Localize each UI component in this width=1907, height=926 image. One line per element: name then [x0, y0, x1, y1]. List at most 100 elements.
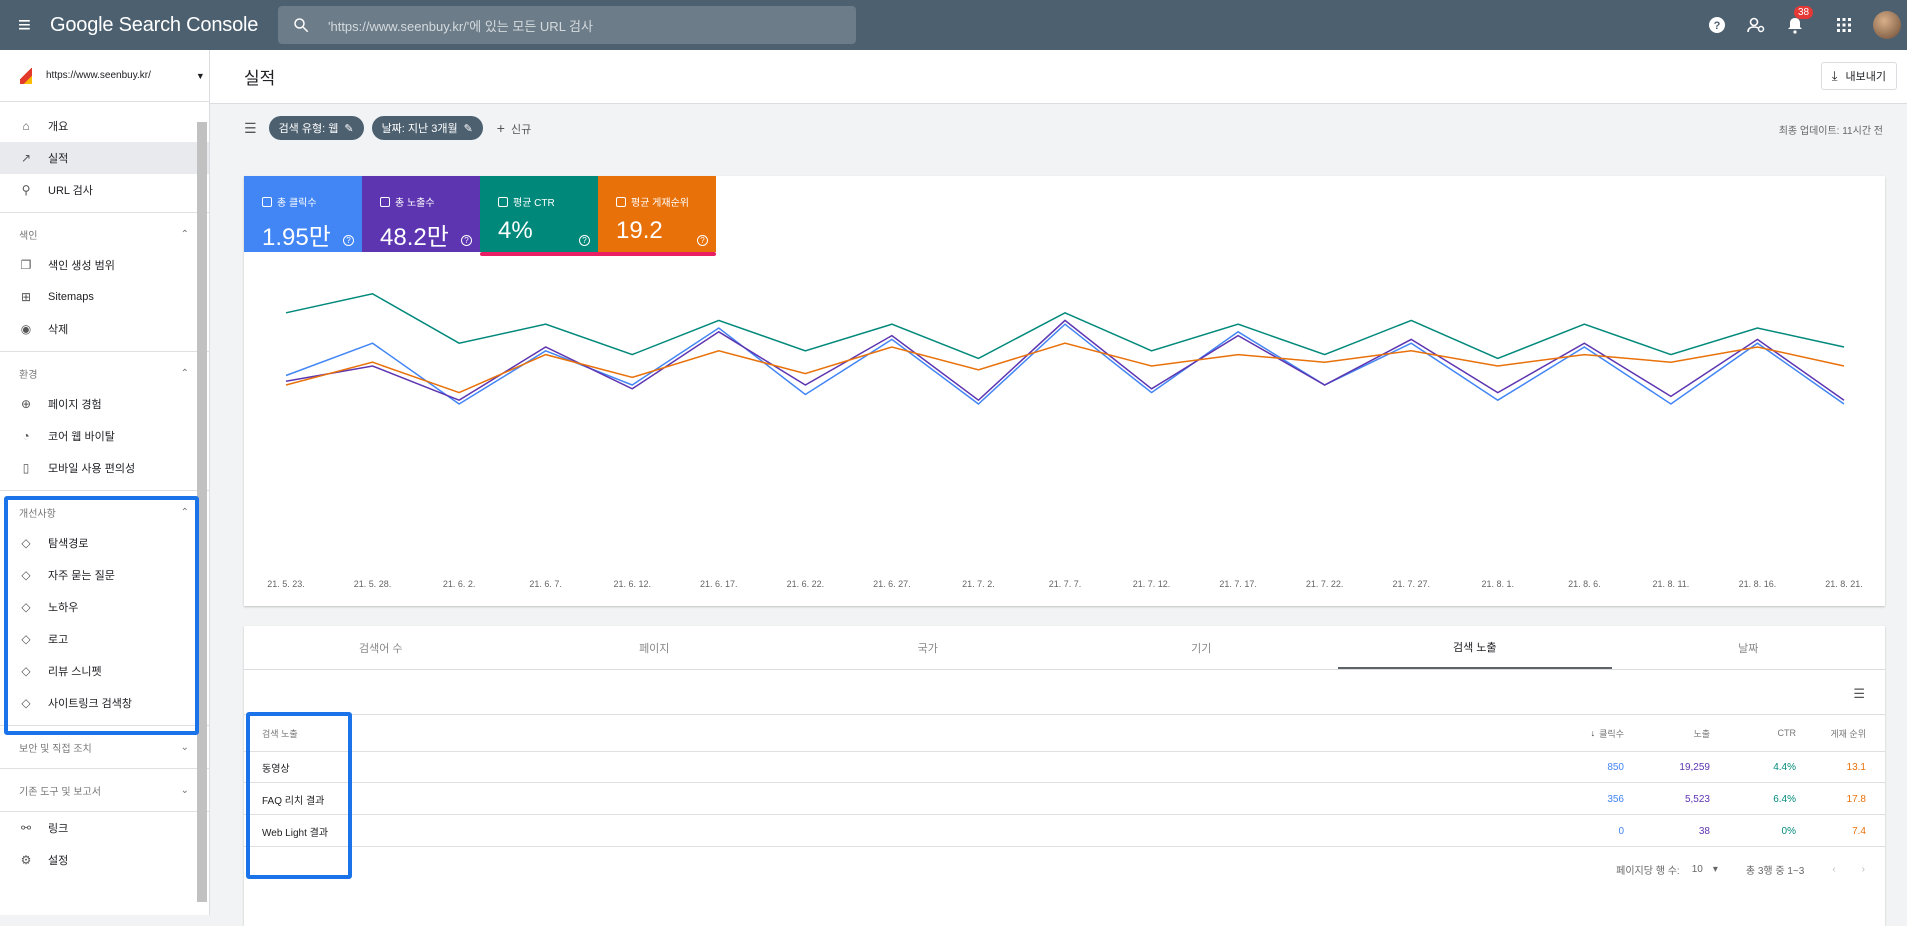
sidebar-item-label: 설정	[48, 852, 68, 868]
sidebar-item-mobile-usability[interactable]: ▯모바일 사용 편의성	[0, 452, 209, 484]
x-tick-label: 21. 6. 17.	[700, 579, 738, 589]
sidebar: https://www.seenbuy.kr/ ▼ ⌂ 개요 ↗ 실적 ⚲ UR…	[0, 50, 210, 915]
table-pager: 페이지당 행 수: 10▾ 총 3행 중 1~3 ‹ ›	[1616, 862, 1865, 877]
plus-circle-icon: ⊕	[18, 396, 34, 412]
new-filter-button[interactable]: +신규	[497, 120, 531, 137]
property-selector[interactable]: https://www.seenbuy.kr/ ▼	[0, 50, 209, 102]
gauge-icon: ◔	[18, 428, 34, 444]
cell-impressions: 19,259	[1624, 752, 1710, 782]
sidebar-item-overview[interactable]: ⌂ 개요	[0, 110, 209, 142]
rows-per-page-label: 페이지당 행 수:	[1616, 862, 1680, 877]
x-tick-label: 21. 8. 1.	[1482, 579, 1515, 589]
range-label: 총 3행 중 1~3	[1746, 862, 1804, 877]
help-icon[interactable]: ?	[1707, 15, 1727, 35]
sidebar-item-sitemaps[interactable]: ⊞ Sitemaps	[0, 281, 209, 313]
avatar[interactable]	[1873, 11, 1901, 39]
site-favicon-icon	[20, 68, 32, 84]
sidebar-item-performance[interactable]: ↗ 실적	[0, 142, 209, 174]
account-settings-icon[interactable]	[1746, 15, 1766, 35]
notification-badge: 38	[1794, 6, 1813, 19]
last-updated-text: 최종 업데이트: 11시간 전	[1779, 122, 1883, 137]
app-brand[interactable]: Google Search Console	[50, 14, 258, 37]
enhancements-highlight	[4, 496, 199, 735]
table-filter-icon[interactable]: ☰	[1853, 686, 1865, 702]
edit-icon: ✎	[344, 122, 353, 135]
series-line-2	[286, 294, 1844, 359]
phone-icon: ▯	[18, 460, 34, 476]
apps-grid-icon[interactable]	[1834, 15, 1854, 35]
links-icon: ⚯	[18, 820, 34, 836]
filter-icon[interactable]: ☰	[244, 120, 257, 137]
download-icon: ⤓	[1832, 68, 1838, 84]
sitemap-icon: ⊞	[18, 289, 34, 305]
export-button[interactable]: ⤓ 내보내기	[1821, 62, 1897, 90]
eye-off-icon: ◉	[18, 321, 34, 337]
filter-chip-search-type[interactable]: 검색 유형: 웹✎	[269, 116, 364, 140]
x-tick-label: 21. 7. 27.	[1392, 579, 1430, 589]
x-tick-label: 21. 5. 28.	[354, 579, 392, 589]
col-header-position[interactable]: 게재 순위	[1796, 715, 1866, 751]
filter-chip-date[interactable]: 날짜: 지난 3개월✎	[372, 116, 483, 140]
page-header: 실적 ⤓ 내보내기	[210, 50, 1907, 104]
section-legacy-header[interactable]: 기존 도구 및 보고서⌄	[0, 775, 209, 805]
chevron-down-icon: ⌄	[181, 785, 189, 796]
x-tick-label: 21. 6. 27.	[873, 579, 911, 589]
sidebar-item-settings[interactable]: ⚙설정	[0, 844, 209, 876]
plus-icon: +	[497, 120, 505, 136]
filter-bar: ☰ 검색 유형: 웹✎ 날짜: 지난 3개월✎ +신규	[210, 104, 1907, 152]
svg-text:?: ?	[1714, 20, 1721, 32]
table-header: 검색 노출 ↓클릭수 노출 CTR 게재 순위	[244, 714, 1885, 752]
x-tick-label: 21. 6. 7.	[529, 579, 562, 589]
notifications-button[interactable]: 38	[1785, 15, 1805, 35]
sidebar-item-page-experience[interactable]: ⊕ 페이지 경험	[0, 388, 209, 420]
top-bar: ≡ Google Search Console 'https://www.see…	[0, 0, 1907, 50]
search-icon	[292, 16, 310, 34]
sidebar-item-url-inspection[interactable]: ⚲ URL 검사	[0, 174, 209, 206]
arrow-down-icon: ↓	[1591, 728, 1596, 738]
sidebar-item-core-web-vitals[interactable]: ◔코어 웹 바이탈	[0, 420, 209, 452]
sidebar-item-label: 페이지 경험	[48, 396, 102, 412]
col-header-impressions[interactable]: 노출	[1624, 715, 1710, 751]
table-row[interactable]: Web Light 결과 0 38 0% 7.4	[244, 816, 1885, 847]
table-row[interactable]: 동영상 850 19,259 4.4% 13.1	[244, 752, 1885, 783]
x-tick-label: 21. 8. 16.	[1739, 579, 1777, 589]
tab-dates[interactable]: 날짜	[1612, 626, 1886, 669]
tab-devices[interactable]: 기기	[1065, 626, 1339, 669]
edit-icon: ✎	[464, 122, 473, 135]
col-header-clicks[interactable]: ↓클릭수	[1524, 715, 1624, 751]
section-security-header[interactable]: 보안 및 직접 조치⌄	[0, 732, 209, 762]
sidebar-item-label: 삭제	[48, 321, 68, 337]
tab-pages[interactable]: 페이지	[518, 626, 792, 669]
export-label: 내보내기	[1846, 68, 1886, 84]
menu-icon[interactable]: ≡	[18, 12, 44, 38]
rows-per-page-select[interactable]: 10▾	[1692, 864, 1718, 875]
col-header-ctr[interactable]: CTR	[1710, 715, 1796, 751]
tab-queries[interactable]: 검색어 수	[244, 626, 518, 669]
search-appearance-highlight	[246, 712, 352, 879]
section-index-header[interactable]: 색인⌃	[0, 219, 209, 249]
sidebar-item-label: 실적	[48, 150, 68, 166]
section-experience-header[interactable]: 환경⌃	[0, 358, 209, 388]
section-title: 환경	[19, 366, 37, 381]
sidebar-item-coverage[interactable]: ❐색인 생성 범위	[0, 249, 209, 281]
table-row[interactable]: FAQ 리치 결과 356 5,523 6.4% 17.8	[244, 784, 1885, 815]
cell-clicks: 0	[1524, 816, 1624, 846]
x-tick-label: 21. 7. 22.	[1306, 579, 1344, 589]
tab-search-appearance[interactable]: 검색 노출	[1338, 626, 1612, 669]
tab-countries[interactable]: 국가	[791, 626, 1065, 669]
dimension-tabs: 검색어 수 페이지 국가 기기 검색 노출 날짜	[244, 626, 1885, 670]
next-page-icon[interactable]: ›	[1862, 864, 1865, 875]
sidebar-item-removals[interactable]: ◉ 삭제	[0, 313, 209, 345]
x-tick-label: 21. 5. 23.	[267, 579, 305, 589]
sidebar-item-links[interactable]: ⚯링크	[0, 812, 209, 844]
cell-clicks: 356	[1524, 784, 1624, 814]
cell-impressions: 5,523	[1624, 784, 1710, 814]
series-line-1	[286, 320, 1844, 400]
sidebar-item-label: 개요	[48, 118, 68, 134]
search-input[interactable]: 'https://www.seenbuy.kr/'에 있는 모든 URL 검사	[278, 6, 856, 44]
series-line-0	[286, 324, 1844, 404]
chevron-down-icon: ▾	[1713, 864, 1718, 875]
series-line-3	[286, 343, 1844, 392]
sidebar-item-label: Sitemaps	[48, 291, 94, 303]
prev-page-icon[interactable]: ‹	[1832, 864, 1835, 875]
